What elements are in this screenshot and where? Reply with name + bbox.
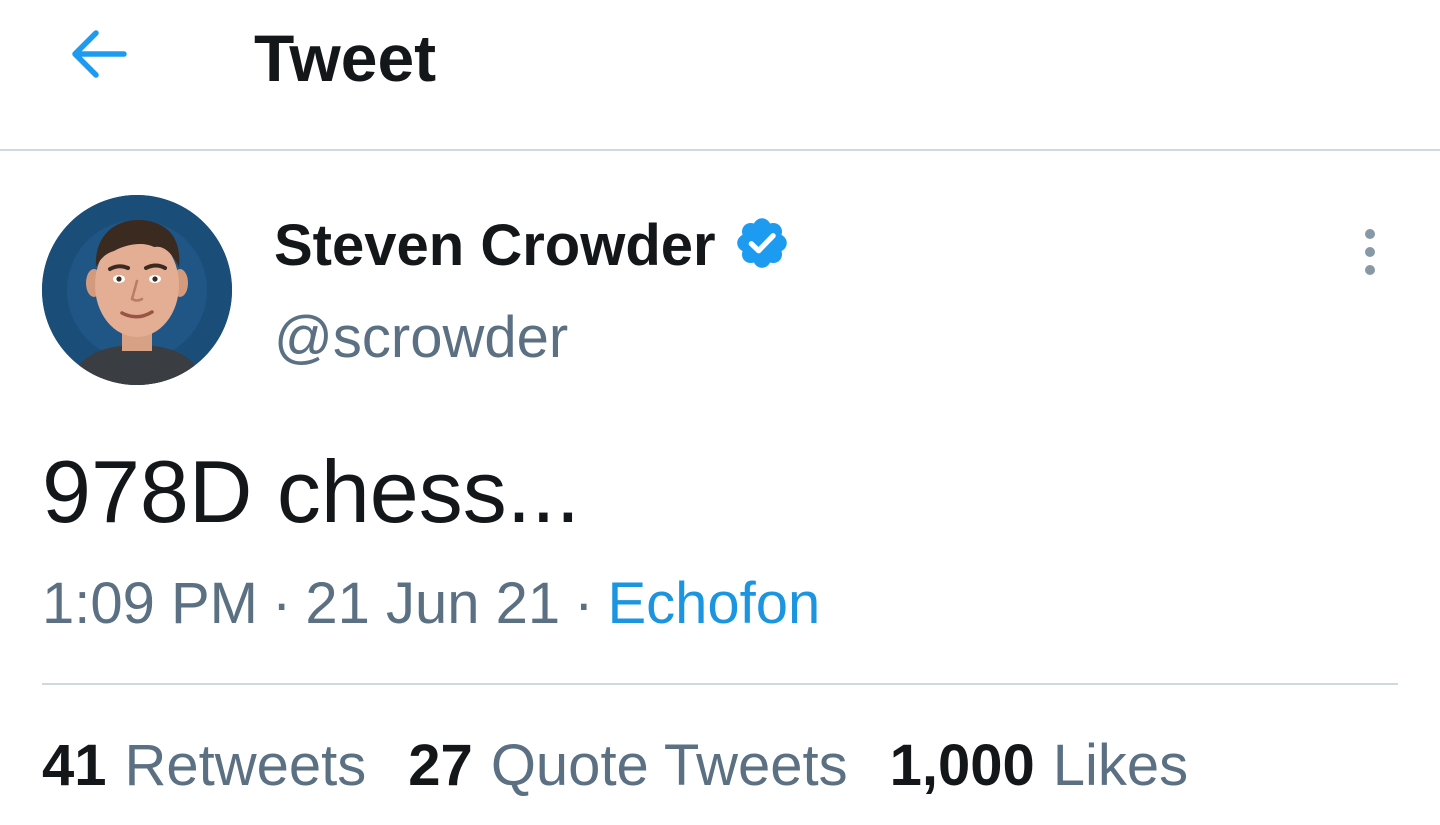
- back-button[interactable]: [62, 22, 134, 86]
- avatar[interactable]: [42, 195, 232, 385]
- tweet-date[interactable]: 21 Jun 21: [305, 571, 560, 636]
- tweet-time[interactable]: 1:09 PM: [42, 571, 258, 636]
- author-display-name[interactable]: Steven Crowder: [274, 210, 716, 282]
- page-title: Tweet: [254, 21, 437, 95]
- retweets-stat[interactable]: 41 Retweets: [42, 728, 366, 804]
- tweet-text: 978D chess...: [42, 442, 581, 541]
- more-options-button[interactable]: [1346, 220, 1394, 284]
- likes-stat[interactable]: 1,000 Likes: [890, 728, 1189, 804]
- tweet-metadata: 1:09 PM · 21 Jun 21 · Echofon: [42, 566, 820, 642]
- quote-tweets-stat[interactable]: 27 Quote Tweets: [408, 728, 847, 804]
- divider: [42, 683, 1398, 685]
- quote-tweets-label: Quote Tweets: [490, 733, 848, 798]
- tweet-source-link[interactable]: Echofon: [607, 571, 820, 636]
- retweets-count: 41: [42, 733, 107, 798]
- more-vertical-icon: [1365, 229, 1375, 275]
- meta-separator: ·: [272, 571, 292, 636]
- quote-tweets-count: 27: [408, 733, 473, 798]
- arrow-left-icon: [72, 30, 127, 78]
- retweets-label: Retweets: [124, 733, 367, 798]
- likes-label: Likes: [1052, 733, 1189, 798]
- author-handle[interactable]: @scrowder: [274, 302, 568, 374]
- meta-separator: ·: [574, 571, 594, 636]
- tweet-stats: 41 Retweets 27 Quote Tweets 1,000 Likes: [42, 728, 1230, 804]
- verified-badge-icon: [737, 218, 787, 268]
- profile-photo: [42, 195, 232, 385]
- likes-count: 1,000: [889, 733, 1035, 798]
- top-app-bar: Tweet: [0, 0, 1440, 151]
